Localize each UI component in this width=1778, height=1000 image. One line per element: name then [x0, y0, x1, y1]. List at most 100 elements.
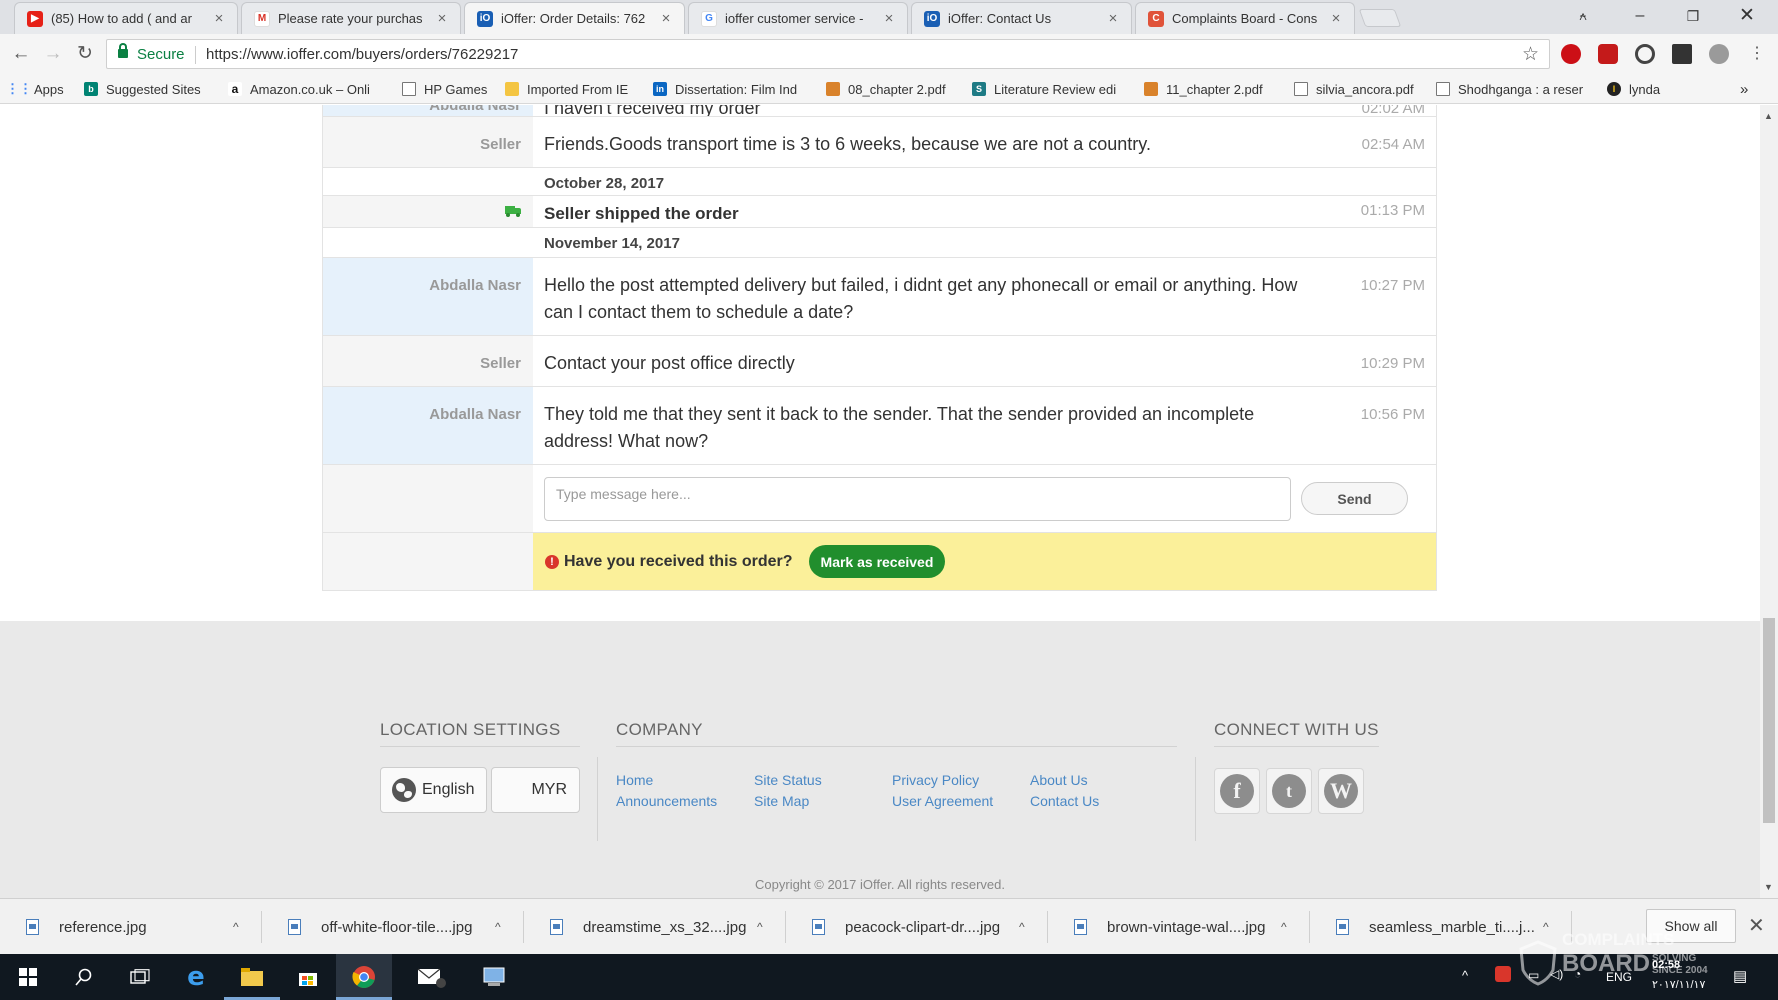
amazon-icon: a: [228, 82, 242, 96]
chevron-up-icon[interactable]: ^: [1281, 920, 1287, 934]
bookmark-08-chapter-2[interactable]: 08_chapter 2.pdf: [826, 80, 946, 98]
lock-icon: [118, 43, 128, 58]
bookmark-shodhganga[interactable]: Shodhganga : a reser: [1436, 80, 1591, 98]
close-window-button[interactable]: ✕: [1722, 0, 1772, 32]
reader-extension-icon[interactable]: [1672, 44, 1692, 64]
lynda-icon: l: [1607, 82, 1621, 96]
message-sender: Abdalla Nasr: [323, 387, 533, 464]
footer-link-user-agreement[interactable]: User Agreement: [892, 793, 993, 809]
profile-icon[interactable]: ⍲: [1558, 0, 1608, 32]
extension-icon[interactable]: [1709, 44, 1729, 64]
tab-ioffer-contact[interactable]: iO iOffer: Contact Us ×: [911, 2, 1132, 34]
mail-button[interactable]: [400, 954, 464, 1000]
bookmark-lynda[interactable]: l lynda: [1607, 80, 1660, 98]
tab-gmail[interactable]: M Please rate your purchas ×: [241, 2, 461, 34]
forward-arrow-icon[interactable]: →: [41, 42, 65, 66]
wordpress-button[interactable]: W: [1318, 768, 1364, 814]
chevron-up-icon[interactable]: ^: [233, 920, 239, 934]
restore-button[interactable]: ❐: [1668, 0, 1718, 32]
network-app-button[interactable]: [466, 954, 522, 1000]
bookmark-dissertation[interactable]: in Dissertation: Film Ind: [653, 80, 813, 98]
message-sender: Seller: [323, 117, 533, 167]
new-tab-button[interactable]: [1358, 9, 1402, 27]
twitter-button[interactable]: t: [1266, 768, 1312, 814]
chrome-button[interactable]: [336, 954, 392, 1000]
task-view-button[interactable]: [112, 954, 168, 1000]
adblock-extension-icon[interactable]: [1598, 44, 1618, 64]
footer-link-about-us[interactable]: About Us: [1030, 772, 1088, 788]
scrollbar-thumb[interactable]: [1763, 618, 1775, 823]
store-button[interactable]: [280, 954, 336, 1000]
download-item[interactable]: brown-vintage-wal....jpg ^: [1048, 899, 1310, 955]
send-button[interactable]: Send: [1301, 482, 1408, 515]
close-tab-icon[interactable]: ×: [881, 10, 897, 27]
footer-link-privacy-policy[interactable]: Privacy Policy: [892, 772, 979, 788]
message-thread: Abdalla Nasr I haven't received my order…: [322, 105, 1437, 591]
footer-link-site-status[interactable]: Site Status: [754, 772, 822, 788]
bookmark-silvia-ancora[interactable]: silvia_ancora.pdf: [1294, 80, 1414, 98]
file-explorer-button[interactable]: [224, 954, 280, 1000]
divider: [616, 746, 1177, 747]
currency-selector[interactable]: MYR: [491, 767, 580, 813]
bookmark-imported-from-ie[interactable]: Imported From IE: [505, 80, 628, 98]
address-bar[interactable]: Secure https://www.ioffer.com/buyers/ord…: [106, 39, 1550, 69]
bookmarks-overflow-button[interactable]: »: [1740, 80, 1748, 98]
bookmark-amazon[interactable]: a Amazon.co.uk – Onli: [228, 80, 378, 98]
facebook-button[interactable]: f: [1214, 768, 1260, 814]
chevron-up-icon[interactable]: ^: [1019, 920, 1025, 934]
youtube-icon: ▶: [27, 10, 43, 27]
bookmark-literature-review[interactable]: S Literature Review edi: [972, 80, 1132, 98]
receipt-prompt-row: ! Have you received this order? Mark as …: [323, 533, 1436, 591]
edge-button[interactable]: e: [168, 954, 224, 1000]
start-button[interactable]: [0, 954, 56, 1000]
mark-as-received-button[interactable]: Mark as received: [808, 545, 946, 578]
complaints-board-watermark: COMPLAINTS BOARD SOLVING SINCE 2004: [1518, 930, 1768, 990]
close-tab-icon[interactable]: ×: [434, 10, 450, 27]
globe-icon: [392, 778, 416, 802]
footer-link-home[interactable]: Home: [616, 772, 653, 788]
url-text[interactable]: https://www.ioffer.com/buyers/orders/762…: [206, 46, 518, 63]
menu-icon[interactable]: ⋮: [1745, 42, 1769, 66]
back-arrow-icon[interactable]: ←: [9, 42, 33, 66]
close-tab-icon[interactable]: ×: [211, 10, 227, 27]
scroll-down-icon[interactable]: ▼: [1764, 882, 1773, 892]
download-item[interactable]: off-white-floor-tile....jpg ^: [262, 899, 524, 955]
tab-youtube[interactable]: ▶ (85) How to add ( and ar ×: [14, 2, 238, 34]
warning-icon: !: [545, 554, 559, 569]
bookmark-label: Amazon.co.uk – Onli: [250, 81, 370, 97]
page-scrollbar[interactable]: ▲ ▼: [1760, 105, 1778, 898]
bookmark-hp-games[interactable]: HP Games: [402, 80, 487, 98]
bookmark-apps[interactable]: ⋮⋮ Apps: [6, 80, 64, 98]
download-item[interactable]: dreamstime_xs_32....jpg ^: [524, 899, 786, 955]
scroll-up-icon[interactable]: ▲: [1764, 111, 1773, 121]
tray-chevron-icon[interactable]: ^: [1462, 968, 1468, 983]
close-tab-icon[interactable]: ×: [1105, 10, 1121, 27]
message-time: 10:56 PM: [1360, 406, 1425, 423]
bookmark-suggested-sites[interactable]: b Suggested Sites: [84, 80, 201, 98]
antivirus-icon[interactable]: [1495, 966, 1511, 982]
close-tab-icon[interactable]: ×: [658, 10, 674, 27]
tab-google-search[interactable]: G ioffer customer service - ×: [688, 2, 908, 34]
download-item[interactable]: reference.jpg ^: [0, 899, 262, 955]
footer-link-announcements[interactable]: Announcements: [616, 793, 717, 809]
bookmark-11-chapter-2[interactable]: 11_chapter 2.pdf: [1144, 80, 1263, 98]
sync-extension-icon[interactable]: [1635, 44, 1655, 64]
opera-extension-icon[interactable]: [1561, 44, 1581, 64]
chevron-up-icon[interactable]: ^: [495, 920, 501, 934]
minimize-button[interactable]: –: [1615, 0, 1665, 32]
footer-link-contact-us[interactable]: Contact Us: [1030, 793, 1099, 809]
message-input[interactable]: [544, 476, 1291, 521]
bookmark-label: lynda: [1629, 81, 1661, 97]
tab-ioffer-order-details[interactable]: iO iOffer: Order Details: 762 ×: [464, 2, 685, 34]
chevron-up-icon[interactable]: ^: [757, 920, 763, 934]
bookmark-star-icon[interactable]: ☆: [1522, 43, 1539, 66]
reload-icon[interactable]: ↻: [73, 42, 97, 66]
language-selector[interactable]: English: [380, 767, 487, 813]
footer-link-site-map[interactable]: Site Map: [754, 793, 809, 809]
receipt-question: Have you received this order?: [564, 552, 793, 570]
download-item[interactable]: peacock-clipart-dr....jpg ^: [786, 899, 1048, 955]
bookmark-label: Apps: [34, 81, 64, 97]
close-tab-icon[interactable]: ×: [1328, 10, 1344, 27]
search-button[interactable]: [56, 954, 112, 1000]
tab-complaints-board[interactable]: C Complaints Board - Cons ×: [1135, 2, 1355, 34]
